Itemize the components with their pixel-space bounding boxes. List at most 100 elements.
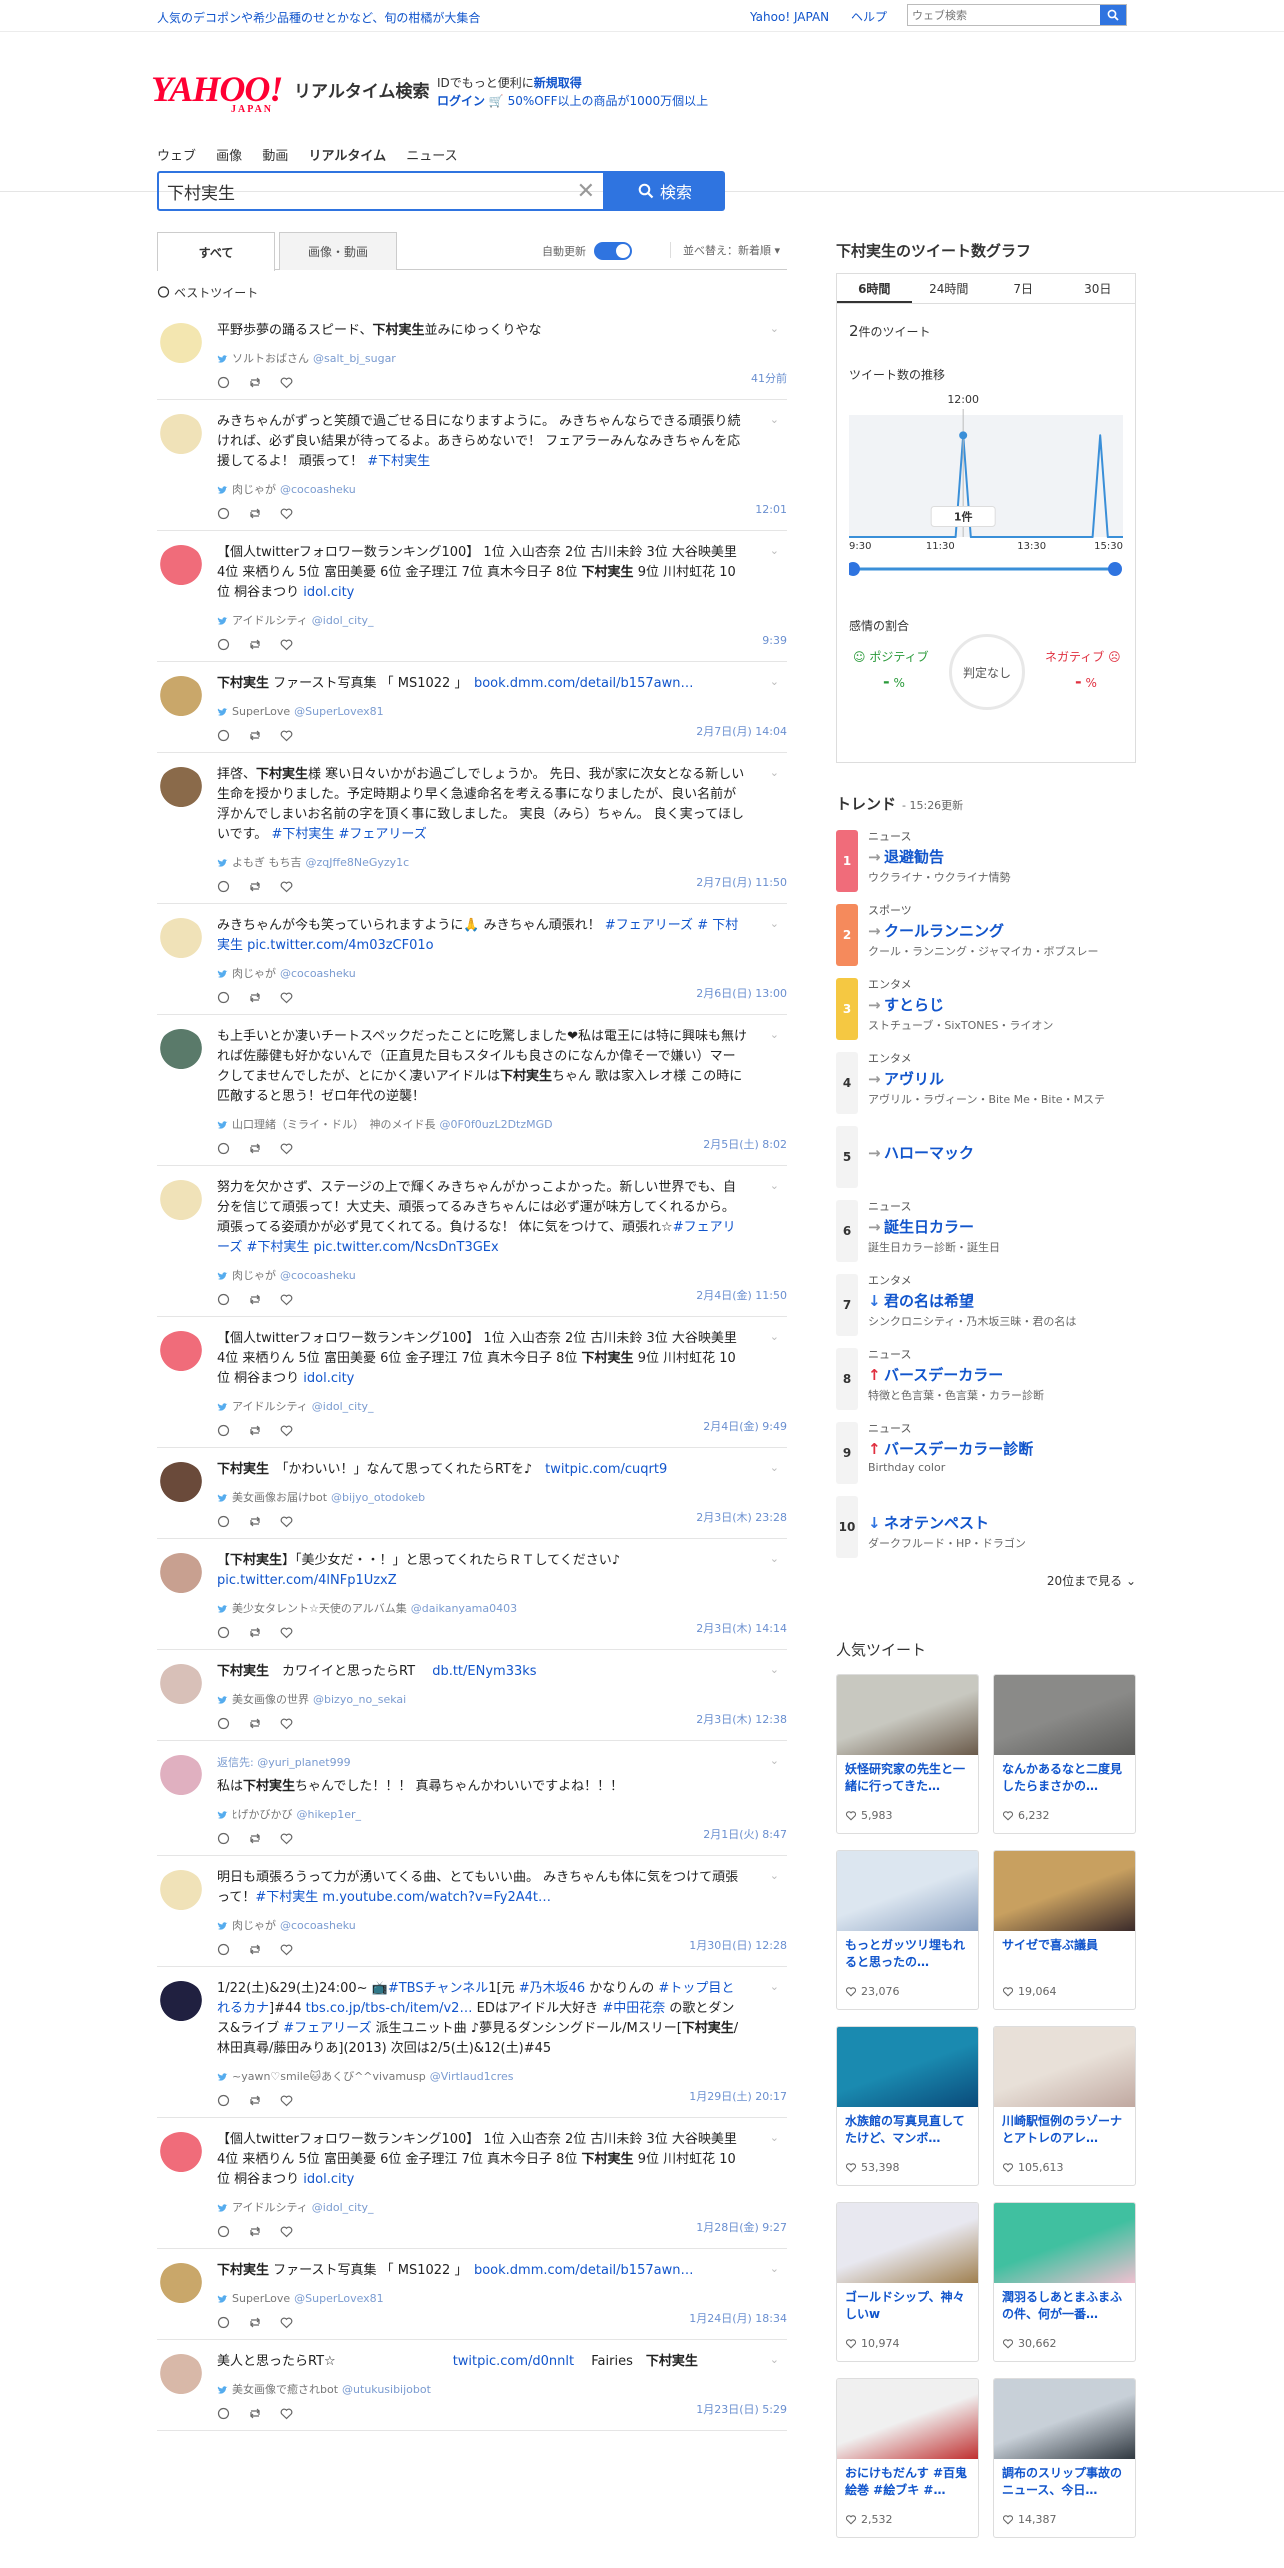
chevron-down-icon[interactable]: ⌄ — [770, 763, 779, 783]
tweet-user[interactable]: SuperLove @SuperLovex81 — [217, 702, 787, 722]
avatar[interactable] — [157, 1755, 205, 1803]
web-search-button[interactable] — [1100, 5, 1126, 25]
tweet-time[interactable]: 1月28日(金) 9:27 — [696, 2218, 787, 2238]
more-trends-link[interactable]: 20位まで見る ⌄ — [836, 1572, 1136, 1589]
reply-icon[interactable] — [217, 2316, 230, 2329]
trend-name[interactable]: → ハローマック — [868, 1142, 1136, 1163]
promo-link[interactable]: 人気のデコポンや希少品種のせとかなど、旬の柑橘が大集合 — [157, 9, 480, 26]
like-icon[interactable] — [280, 1424, 293, 1437]
retweet-icon[interactable] — [248, 1424, 262, 1437]
retweet-icon[interactable] — [248, 376, 262, 389]
popular-tweet-image[interactable] — [994, 2203, 1135, 2283]
trend-item[interactable]: 4 エンタメ → アヴリル アヴリル・ラヴィーン・Bite Me・Bite・Mステ — [836, 1046, 1136, 1120]
avatar[interactable] — [157, 2132, 205, 2180]
trend-name[interactable]: ↓ ネオテンペスト — [868, 1512, 1136, 1533]
chevron-down-icon[interactable]: ⌄ — [770, 1660, 779, 1680]
chevron-down-icon[interactable]: ⌄ — [770, 2259, 779, 2279]
avatar[interactable] — [157, 1664, 205, 1712]
popular-tweet-text[interactable]: サイゼで喜ぶ議員 — [994, 1931, 1135, 1979]
graph-tab-24h[interactable]: 24時間 — [912, 274, 987, 303]
tweet-time[interactable]: 9:39 — [762, 631, 787, 651]
tweet-time[interactable]: 1月24日(月) 18:34 — [689, 2309, 787, 2329]
clear-icon[interactable]: ✕ — [577, 179, 595, 204]
login-link[interactable]: ログイン — [437, 94, 485, 108]
retweet-icon[interactable] — [248, 1142, 262, 1155]
popular-tweet-text[interactable]: 調布のスリップ事故のニュース、今日… — [994, 2459, 1135, 2507]
graph-tab-7d[interactable]: 7日 — [986, 274, 1061, 303]
reply-icon[interactable] — [217, 1424, 230, 1437]
avatar[interactable] — [157, 1331, 205, 1379]
like-icon[interactable] — [280, 880, 293, 893]
retweet-icon[interactable] — [248, 2094, 262, 2107]
avatar[interactable] — [157, 676, 205, 724]
chevron-down-icon[interactable]: ⌄ — [770, 1549, 779, 1569]
reply-icon[interactable] — [217, 729, 230, 742]
graph-tab-6h[interactable]: 6時間 — [837, 274, 912, 303]
popular-tweet-card[interactable]: ゴールドシップ、神々しいw 10,974 — [836, 2202, 979, 2362]
avatar[interactable] — [157, 767, 205, 815]
reply-icon[interactable] — [217, 2407, 230, 2420]
tweet-time[interactable]: 2月3日(木) 14:14 — [696, 1619, 787, 1639]
chevron-down-icon[interactable]: ⌄ — [770, 1176, 779, 1196]
tweet-user[interactable]: 美女画像お届けbot @bijyo_otodokeb — [217, 1488, 787, 1508]
retweet-icon[interactable] — [248, 1626, 262, 1639]
like-icon[interactable] — [280, 729, 293, 742]
yahoo-logo[interactable]: YAHOO! JAPAN — [151, 71, 283, 115]
tweet-user[interactable]: 肉じゃが @cocoasheku — [217, 1266, 787, 1286]
retweet-icon[interactable] — [248, 2225, 262, 2238]
tweet-time[interactable]: 1月23日(日) 5:29 — [696, 2400, 787, 2420]
popular-tweet-image[interactable] — [837, 1851, 978, 1931]
tweet-user[interactable]: 肉じゃが @cocoasheku — [217, 964, 787, 984]
retweet-icon[interactable] — [248, 1717, 262, 1730]
tweet-time[interactable]: 2月6日(日) 13:00 — [696, 984, 787, 1004]
chevron-down-icon[interactable]: ⌄ — [770, 1866, 779, 1886]
like-icon[interactable] — [280, 376, 293, 389]
popular-tweet-image[interactable] — [994, 1675, 1135, 1755]
retweet-icon[interactable] — [248, 1832, 262, 1845]
retweet-icon[interactable] — [248, 991, 262, 1004]
popular-tweet-card[interactable]: 調布のスリップ事故のニュース、今日… 14,387 — [993, 2378, 1136, 2538]
chevron-down-icon[interactable]: ⌄ — [770, 1327, 779, 1347]
chevron-down-icon[interactable]: ⌄ — [770, 1977, 779, 1997]
nav-video[interactable]: 動画 — [262, 149, 288, 164]
chevron-down-icon[interactable]: ⌄ — [770, 541, 779, 561]
like-icon[interactable] — [280, 2225, 293, 2238]
popular-tweet-card[interactable]: なんかあるなと二度見したらまさかの… 6,232 — [993, 1674, 1136, 1834]
reply-icon[interactable] — [217, 1832, 230, 1845]
tweet-time[interactable]: 2月1日(火) 8:47 — [703, 1825, 787, 1845]
tweet-user[interactable]: 肉じゃが @cocoasheku — [217, 480, 787, 500]
chevron-down-icon[interactable]: ⌄ — [770, 914, 779, 934]
web-search-input[interactable] — [908, 5, 1100, 25]
retweet-icon[interactable] — [248, 2407, 262, 2420]
popular-tweet-image[interactable] — [837, 1675, 978, 1755]
retweet-icon[interactable] — [248, 880, 262, 893]
chevron-down-icon[interactable]: ⌄ — [770, 1458, 779, 1478]
tweet-time[interactable]: 41分前 — [751, 369, 787, 389]
popular-tweet-image[interactable] — [837, 2379, 978, 2459]
tweet-user[interactable]: アイドルシティ @idol_city_ — [217, 2198, 787, 2218]
popular-tweet-text[interactable]: 水族館の写真見直してたけど、マンボ… — [837, 2107, 978, 2155]
popular-tweet-image[interactable] — [837, 2027, 978, 2107]
like-icon[interactable] — [280, 2407, 293, 2420]
chevron-down-icon[interactable]: ⌄ — [770, 672, 779, 692]
tweet-time[interactable]: 1月30日(日) 12:28 — [689, 1936, 787, 1956]
trend-name[interactable]: → すとらじ — [868, 994, 1136, 1015]
trend-item[interactable]: 1 ニュース → 退避勧告 ウクライナ・ウクライナ情勢 — [836, 824, 1136, 898]
graph-tab-30d[interactable]: 30日 — [1061, 274, 1136, 303]
popular-tweet-card[interactable]: 潤羽るしあとまふまふの件、何が一番… 30,662 — [993, 2202, 1136, 2362]
tweet-time[interactable]: 2月4日(金) 9:49 — [703, 1417, 787, 1437]
avatar[interactable] — [157, 1870, 205, 1918]
reply-icon[interactable] — [217, 376, 230, 389]
avatar[interactable] — [157, 1981, 205, 2029]
avatar[interactable] — [157, 2354, 205, 2402]
signup-link[interactable]: 新規取得 — [534, 76, 582, 90]
nav-image[interactable]: 画像 — [216, 149, 242, 164]
trend-item[interactable]: 2 スポーツ → クールランニング クール・ランニング・ジャマイカ・ボブスレー — [836, 898, 1136, 972]
slider-handle-end[interactable] — [1108, 562, 1122, 576]
reply-icon[interactable] — [217, 507, 230, 520]
like-icon[interactable] — [280, 1293, 293, 1306]
reply-icon[interactable] — [217, 2094, 230, 2107]
popular-tweet-text[interactable]: おにけもだんす #百鬼絵巻 #絵ブキ #… — [837, 2459, 978, 2507]
retweet-icon[interactable] — [248, 1515, 262, 1528]
chevron-down-icon[interactable]: ⌄ — [770, 1025, 779, 1045]
